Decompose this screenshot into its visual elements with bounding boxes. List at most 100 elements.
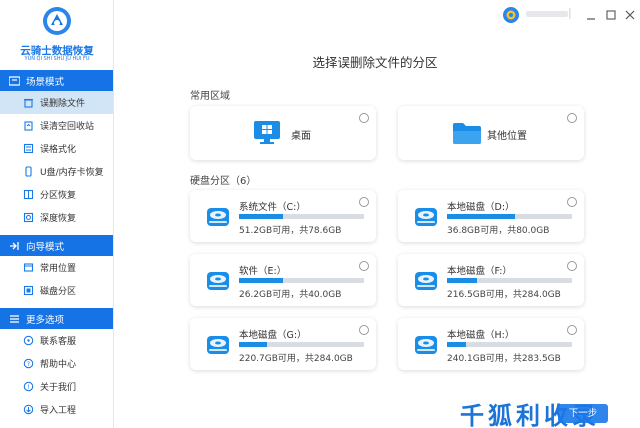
window-titlebar: | [500,4,640,26]
section-title: 向导模式 [26,241,65,253]
app-name-pinyin: YUN QI SHI SHU JU HUI FU [24,56,90,62]
sidebar-item-usb[interactable]: U盘/内存卡恢复 [0,160,113,183]
location-icon [22,262,34,274]
sidebar-item-import[interactable]: 导入工程 [0,398,113,421]
help-icon: ? [22,358,34,370]
recycle-bin-icon [22,120,34,132]
disk-capacity: 216.5GB可用，共284.0GB [447,290,561,300]
disk-usage-bar [447,214,572,219]
disk-card[interactable]: 本地磁盘（H:） 240.1GB可用，共283.5GB [398,318,584,370]
disk-usage-bar [239,278,364,283]
disk-usage-bar [239,342,364,347]
maximize-icon[interactable] [606,10,616,20]
hard-drive-icon [207,336,229,354]
disk-name: 本地磁盘（F:） [447,266,512,277]
common-location-label: 其他位置 [487,131,527,142]
radio-button[interactable] [567,261,577,271]
sidebar-item-label: 误格式化 [40,145,77,155]
disk-name: 本地磁盘（H:） [447,330,515,341]
minimize-icon[interactable] [586,11,596,21]
disk-usage-fill [239,342,267,347]
disk-capacity: 240.1GB可用，共283.5GB [447,354,561,364]
sidebar-item-label: 误删除文件 [40,99,86,109]
svg-text:!: ! [27,384,29,391]
page-title: 选择误删除文件的分区 [312,55,438,70]
disk-usage-fill [239,214,283,219]
sidebar-item-help[interactable]: ? 帮助中心 [0,352,113,375]
sidebar-item-label: 帮助中心 [40,360,77,370]
sidebar-item-common-location[interactable]: 常用位置 [0,256,113,279]
more-options-icon [8,313,20,325]
disk-capacity: 26.2GB可用，共40.0GB [239,290,342,300]
close-icon[interactable] [625,10,635,20]
section-scene-mode: 场景模式 [0,70,113,91]
disk-usage-bar [239,214,364,219]
section-title: 更多选项 [26,314,65,326]
disk-card[interactable]: 本地磁盘（D:） 36.8GB可用，共80.0GB [398,190,584,242]
sidebar-item-label: 误清空回收站 [40,122,95,132]
user-avatar-icon[interactable] [502,6,520,24]
disk-capacity: 51.2GB可用，共78.6GB [239,226,342,236]
disk-card[interactable]: 系统文件（C:） 51.2GB可用，共78.6GB [190,190,376,242]
disk-capacity: 220.7GB可用，共284.0GB [239,354,353,364]
disk-usage-bar [447,342,572,347]
disk-name: 软件（E:） [239,266,287,277]
sidebar-item-deep-scan[interactable]: 深度恢复 [0,206,113,229]
import-icon [22,404,34,416]
sidebar-item-deleted-files[interactable]: 误删除文件 [0,91,113,114]
radio-button[interactable] [359,113,369,123]
scene-mode-icon [8,75,20,87]
sidebar-item-about[interactable]: ! 关于我们 [0,375,113,398]
sidebar-item-label: 磁盘分区 [40,287,77,297]
common-location-other[interactable]: 其他位置 [398,106,584,160]
sidebar-item-label: 关于我们 [40,383,77,393]
sidebar-item-label: 联系客服 [40,337,77,347]
knight-logo-icon [43,7,71,35]
titlebar-divider: | [568,6,572,19]
hard-drive-icon [207,208,229,226]
deep-scan-icon [22,212,34,224]
common-area-label: 常用区域 [190,91,230,102]
sidebar-item-label: U盘/内存卡恢复 [40,168,104,178]
folder-icon [453,123,481,144]
hard-drive-icon [207,272,229,290]
sidebar-item-label: 分区恢复 [40,191,77,201]
disk-usage-fill [447,214,515,219]
radio-button[interactable] [359,325,369,335]
disk-name: 本地磁盘（G:） [239,330,307,341]
radio-button[interactable] [359,197,369,207]
radio-button[interactable] [359,261,369,271]
radio-button[interactable] [567,325,577,335]
hard-drive-icon [415,208,437,226]
radio-button[interactable] [567,197,577,207]
hard-drive-icon [415,272,437,290]
usb-icon [22,166,34,178]
sidebar-item-recycle-bin[interactable]: 误清空回收站 [0,114,113,137]
sidebar: 云骑士数据恢复 YUN QI SHI SHU JU HUI FU 场景模式 误删… [0,0,114,428]
app-logo: 云骑士数据恢复 YUN QI SHI SHU JU HUI FU [0,0,113,70]
svg-text:?: ? [26,361,29,368]
next-button[interactable]: 下一步 [558,404,608,423]
disk-usage-fill [447,342,466,347]
disk-usage-fill [239,278,283,283]
format-icon [22,143,34,155]
sidebar-item-format[interactable]: 误格式化 [0,137,113,160]
disk-usage-bar [447,278,572,283]
disk-usage-fill [447,278,477,283]
disk-card[interactable]: 本地磁盘（G:） 220.7GB可用，共284.0GB [190,318,376,370]
sidebar-item-partition[interactable]: 分区恢复 [0,183,113,206]
sidebar-item-support[interactable]: 联系客服 [0,329,113,352]
sidebar-item-disk-partition[interactable]: 磁盘分区 [0,279,113,302]
disk-partition-label: 硬盘分区（6） [190,176,257,187]
radio-button[interactable] [567,113,577,123]
user-name-redacted [526,11,568,17]
common-location-desktop[interactable]: 桌面 [190,106,376,160]
disk-card[interactable]: 软件（E:） 26.2GB可用，共40.0GB [190,254,376,306]
info-icon: ! [22,381,34,393]
section-more-options: 更多选项 [0,308,113,329]
partition-icon [22,189,34,201]
common-location-label: 桌面 [291,131,311,142]
section-wizard-mode: 向导模式 [0,235,113,256]
sidebar-item-label: 常用位置 [40,264,77,274]
disk-card[interactable]: 本地磁盘（F:） 216.5GB可用，共284.0GB [398,254,584,306]
